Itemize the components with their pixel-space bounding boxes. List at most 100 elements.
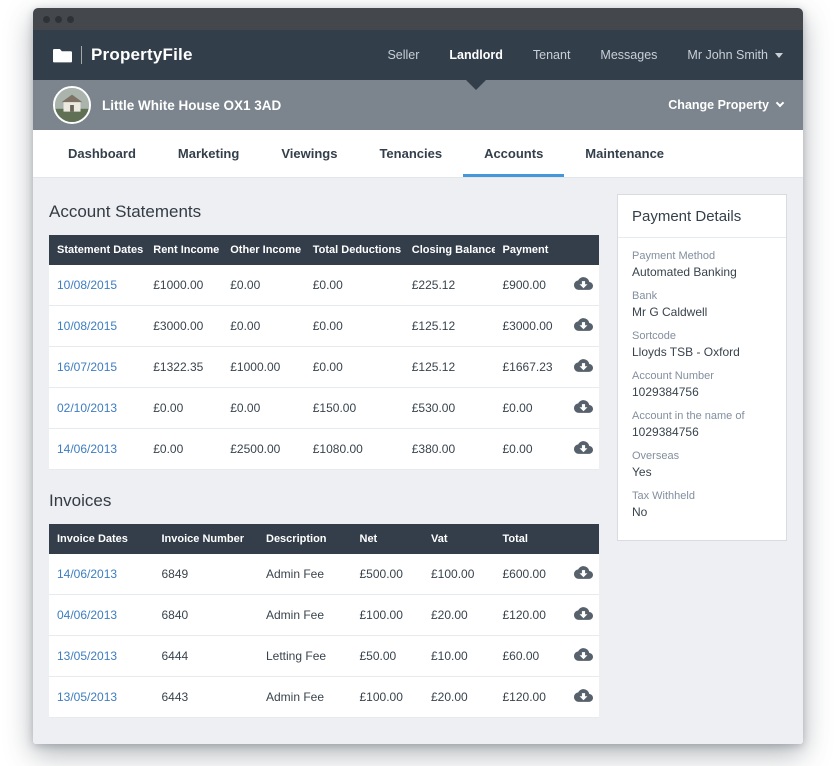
actions-cell [566, 636, 599, 677]
tab-maintenance[interactable]: Maintenance [564, 130, 685, 177]
payment-field: Account in the name of1029384756 [632, 410, 772, 439]
change-property-label: Change Property [668, 98, 769, 112]
column-header: Payment [495, 235, 567, 265]
brand-logo[interactable]: PropertyFile [53, 45, 193, 65]
table-row: 14/06/2013£0.00£2500.00£1080.00£380.00£0… [49, 429, 599, 470]
nav-item-mr-john-smith[interactable]: Mr John Smith [687, 30, 783, 80]
property-avatar [53, 86, 91, 124]
payment-field-value: 1029384756 [632, 385, 772, 399]
column-header: Other Income [222, 235, 305, 265]
table-cell: £0.00 [495, 429, 567, 470]
table-cell: £1080.00 [305, 429, 404, 470]
table-cell: £20.00 [423, 595, 495, 636]
tab-marketing[interactable]: Marketing [157, 130, 260, 177]
nav-item-label: Mr John Smith [687, 48, 768, 62]
table-cell: 6444 [154, 636, 259, 677]
invoice-date-link[interactable]: 04/06/2013 [57, 608, 117, 622]
tab-viewings[interactable]: Viewings [260, 130, 358, 177]
invoice-date-link[interactable]: 13/05/2013 [57, 690, 117, 704]
header-nav: Seller Landlord Tenant Messages Mr John Smit… [387, 30, 783, 80]
payment-field-label: Payment Method [632, 250, 772, 262]
nav-item-seller[interactable]: Seller [387, 30, 419, 80]
window-control-dot[interactable] [55, 16, 62, 23]
table-cell: £600.00 [495, 554, 567, 595]
payment-field-label: Tax Withheld [632, 490, 772, 502]
tab-accounts[interactable]: Accounts [463, 130, 564, 177]
table-cell: £530.00 [404, 388, 495, 429]
cloud-download-icon[interactable] [574, 397, 593, 416]
payment-field: OverseasYes [632, 450, 772, 479]
cloud-download-icon[interactable] [574, 356, 593, 375]
payment-field-label: Account Number [632, 370, 772, 382]
date-cell: 10/08/2015 [49, 265, 145, 306]
table-cell: £0.00 [305, 306, 404, 347]
nav-item-label: Tenant [533, 48, 571, 62]
date-cell: 13/05/2013 [49, 677, 154, 718]
brand-name: PropertyFile [91, 45, 193, 65]
app-window: PropertyFile Seller Landlord Tenant Message… [33, 8, 803, 744]
payment-field: Tax Withheld No [632, 490, 772, 519]
statement-date-link[interactable]: 02/10/2013 [57, 401, 117, 415]
window-control-dot[interactable] [43, 16, 50, 23]
column-header: Net [352, 524, 424, 554]
cloud-download-icon[interactable] [574, 438, 593, 457]
tab-dashboard[interactable]: Dashboard [47, 130, 157, 177]
statement-date-link[interactable]: 14/06/2013 [57, 442, 117, 456]
actions-cell [566, 347, 599, 388]
change-property-button[interactable]: Change Property [668, 98, 783, 112]
cloud-download-icon[interactable] [574, 604, 593, 623]
table-row: 04/06/20136840Admin Fee£100.00£20.00£120… [49, 595, 599, 636]
cloud-download-icon[interactable] [574, 686, 593, 705]
payment-field-label: Bank [632, 290, 772, 302]
nav-item-label: Landlord [449, 48, 502, 62]
payment-field-value: No [632, 505, 772, 519]
table-cell: £10.00 [423, 636, 495, 677]
invoices-section-title: Invoices [49, 491, 599, 511]
cloud-download-icon[interactable] [574, 315, 593, 334]
date-cell: 13/05/2013 [49, 636, 154, 677]
column-header: Invoice Dates [49, 524, 154, 554]
column-header: Statement Dates [49, 235, 145, 265]
payment-field-value: Yes [632, 465, 772, 479]
invoice-date-link[interactable]: 14/06/2013 [57, 567, 117, 581]
table-cell: £0.00 [305, 347, 404, 388]
cloud-download-icon[interactable] [574, 274, 593, 293]
table-cell: £120.00 [495, 677, 567, 718]
nav-item-messages[interactable]: Messages [600, 30, 657, 80]
table-cell: £100.00 [423, 554, 495, 595]
invoice-date-link[interactable]: 13/05/2013 [57, 649, 117, 663]
table-cell: £50.00 [352, 636, 424, 677]
statement-date-link[interactable]: 16/07/2015 [57, 360, 117, 374]
table-cell: £3000.00 [495, 306, 567, 347]
statement-date-link[interactable]: 10/08/2015 [57, 319, 117, 333]
cloud-download-icon[interactable] [574, 645, 593, 664]
table-cell: £120.00 [495, 595, 567, 636]
table-cell: £20.00 [423, 677, 495, 718]
table-row: 14/06/20136849Admin Fee£500.00£100.00£60… [49, 554, 599, 595]
actions-cell [566, 388, 599, 429]
date-cell: 02/10/2013 [49, 388, 145, 429]
invoices-table: Invoice DatesInvoice NumberDescriptionNe… [49, 524, 599, 718]
invoices-table-head: Invoice DatesInvoice NumberDescriptionNe… [49, 524, 599, 554]
window-control-dot[interactable] [67, 16, 74, 23]
accounts-main-column: Account Statements Statement DatesRent I… [49, 194, 599, 718]
folder-icon [53, 48, 72, 63]
property-name: Little White House OX1 3AD [102, 98, 281, 113]
table-cell: Admin Fee [258, 554, 352, 595]
table-cell: £0.00 [222, 388, 305, 429]
column-header-actions [566, 235, 599, 265]
table-cell: £125.12 [404, 306, 495, 347]
payment-details-title: Payment Details [618, 195, 786, 238]
cloud-download-icon[interactable] [574, 563, 593, 582]
table-cell: £60.00 [495, 636, 567, 677]
payment-field-label: Account in the name of [632, 410, 772, 422]
payment-field: BankMr G Caldwell [632, 290, 772, 319]
statement-date-link[interactable]: 10/08/2015 [57, 278, 117, 292]
table-row: 13/05/20136444Letting Fee£50.00£10.00£60… [49, 636, 599, 677]
nav-item-landlord[interactable]: Landlord [449, 30, 502, 80]
chevron-down-icon [775, 53, 783, 58]
statements-section-title: Account Statements [49, 202, 599, 222]
column-header: Invoice Number [154, 524, 259, 554]
tab-tenancies[interactable]: Tenancies [358, 130, 463, 177]
nav-item-tenant[interactable]: Tenant [533, 30, 571, 80]
